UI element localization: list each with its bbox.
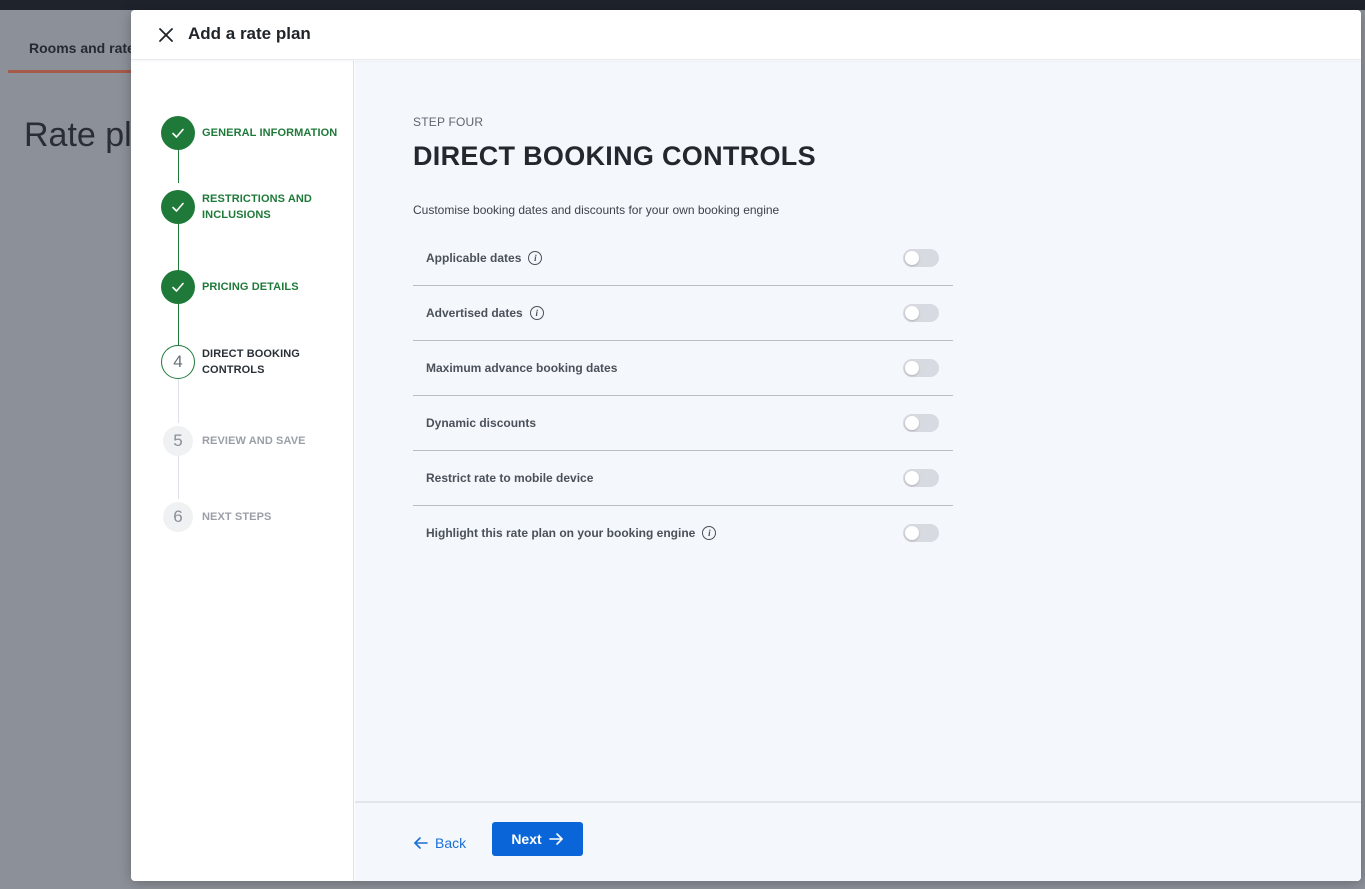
wizard-stepper: General information Restrictions and inc… (131, 61, 354, 881)
step-label: General information (202, 127, 338, 139)
step-content: STEP FOUR DIRECT BOOKING CONTROLS Custom… (355, 61, 1361, 801)
step-direct-booking-controls[interactable]: 4 Direct booking controls (161, 345, 351, 385)
toggle-knob (905, 251, 919, 265)
checkmark-icon (172, 282, 184, 292)
step-complete-badge (161, 116, 195, 150)
control-dynamic-discounts: Dynamic discounts (413, 396, 953, 451)
control-label: Dynamic discounts (426, 416, 537, 430)
restrict-mobile-toggle[interactable] (903, 469, 939, 487)
checkmark-icon (172, 128, 184, 138)
step-label: Direct booking controls (202, 348, 300, 376)
control-label-wrap: Advertised dates i (426, 286, 544, 340)
step-label: Review and save (202, 435, 306, 447)
advertised-dates-toggle[interactable] (903, 304, 939, 322)
toggle-knob (905, 306, 919, 320)
toggle-knob (905, 526, 919, 540)
step-next-steps[interactable]: 6 Next steps (161, 502, 351, 542)
toggle-knob (905, 361, 919, 375)
control-label: Advertised dates (426, 306, 523, 320)
control-label-wrap: Restrict rate to mobile device (426, 451, 593, 505)
step-label: Restrictions and inclusions (202, 193, 312, 221)
step-label: Next steps (202, 511, 272, 523)
step-description: Customise booking dates and discounts fo… (413, 203, 780, 217)
step-number: 6 (163, 502, 193, 532)
next-button-label: Next (511, 831, 542, 847)
control-restrict-mobile: Restrict rate to mobile device (413, 451, 953, 506)
control-label-wrap: Maximum advance booking dates (426, 341, 617, 395)
back-button-label: Back (435, 835, 467, 851)
control-highlight-rate-plan: Highlight this rate plan on your booking… (413, 506, 953, 561)
toggle-knob (905, 471, 919, 485)
modal-footer: Back Next (355, 801, 1361, 881)
control-label-wrap: Dynamic discounts (426, 396, 536, 450)
add-rate-plan-modal: Add a rate plan General information Rest… (131, 10, 1361, 881)
applicable-dates-toggle[interactable] (903, 249, 939, 267)
booking-controls-list: Applicable dates i Advertised dates i Ma… (413, 231, 953, 561)
info-icon[interactable]: i (529, 306, 544, 320)
step-complete-badge (161, 190, 195, 224)
close-icon (159, 28, 173, 42)
modal-title: Add a rate plan (188, 24, 311, 43)
step-number: 4 (161, 345, 195, 379)
control-label: Maximum advance booking dates (426, 361, 618, 375)
control-maximum-advance-booking-dates: Maximum advance booking dates (413, 341, 953, 396)
highlight-rate-plan-toggle[interactable] (903, 524, 939, 542)
back-button[interactable]: Back (413, 827, 466, 859)
next-button[interactable]: Next (492, 822, 583, 856)
close-button[interactable] (155, 24, 177, 46)
control-label: Applicable dates (426, 251, 522, 265)
step-heading: DIRECT BOOKING CONTROLS (413, 141, 816, 171)
step-complete-badge (161, 270, 195, 304)
control-label-wrap: Highlight this rate plan on your booking… (426, 506, 717, 560)
dynamic-discounts-toggle[interactable] (903, 414, 939, 432)
step-pricing-details[interactable]: Pricing details (161, 270, 351, 310)
checkmark-icon (172, 202, 184, 212)
control-advertised-dates: Advertised dates i (413, 286, 953, 341)
step-general-information[interactable]: General information (161, 116, 351, 156)
toggle-knob (905, 416, 919, 430)
step-number: 5 (163, 426, 193, 456)
info-icon[interactable]: i (702, 526, 717, 540)
control-applicable-dates: Applicable dates i (413, 231, 953, 286)
step-review-and-save[interactable]: 5 Review and save (161, 426, 351, 466)
modal-header: Add a rate plan (131, 10, 1361, 60)
control-label: Highlight this rate plan on your booking… (426, 526, 696, 540)
control-label: Restrict rate to mobile device (426, 471, 594, 485)
arrow-left-icon (414, 837, 428, 849)
control-label-wrap: Applicable dates i (426, 231, 543, 285)
step-kicker: STEP FOUR (413, 115, 484, 129)
info-icon[interactable]: i (528, 251, 543, 265)
maximum-advance-booking-toggle[interactable] (903, 359, 939, 377)
arrow-right-icon (548, 833, 563, 845)
step-restrictions-and-inclusions[interactable]: Restrictions and inclusions (161, 190, 351, 230)
step-connector (178, 379, 179, 423)
app-top-bar (0, 0, 1365, 10)
step-label: Pricing details (202, 281, 299, 293)
tab-rooms-and-rates: Rooms and rates (8, 10, 148, 73)
